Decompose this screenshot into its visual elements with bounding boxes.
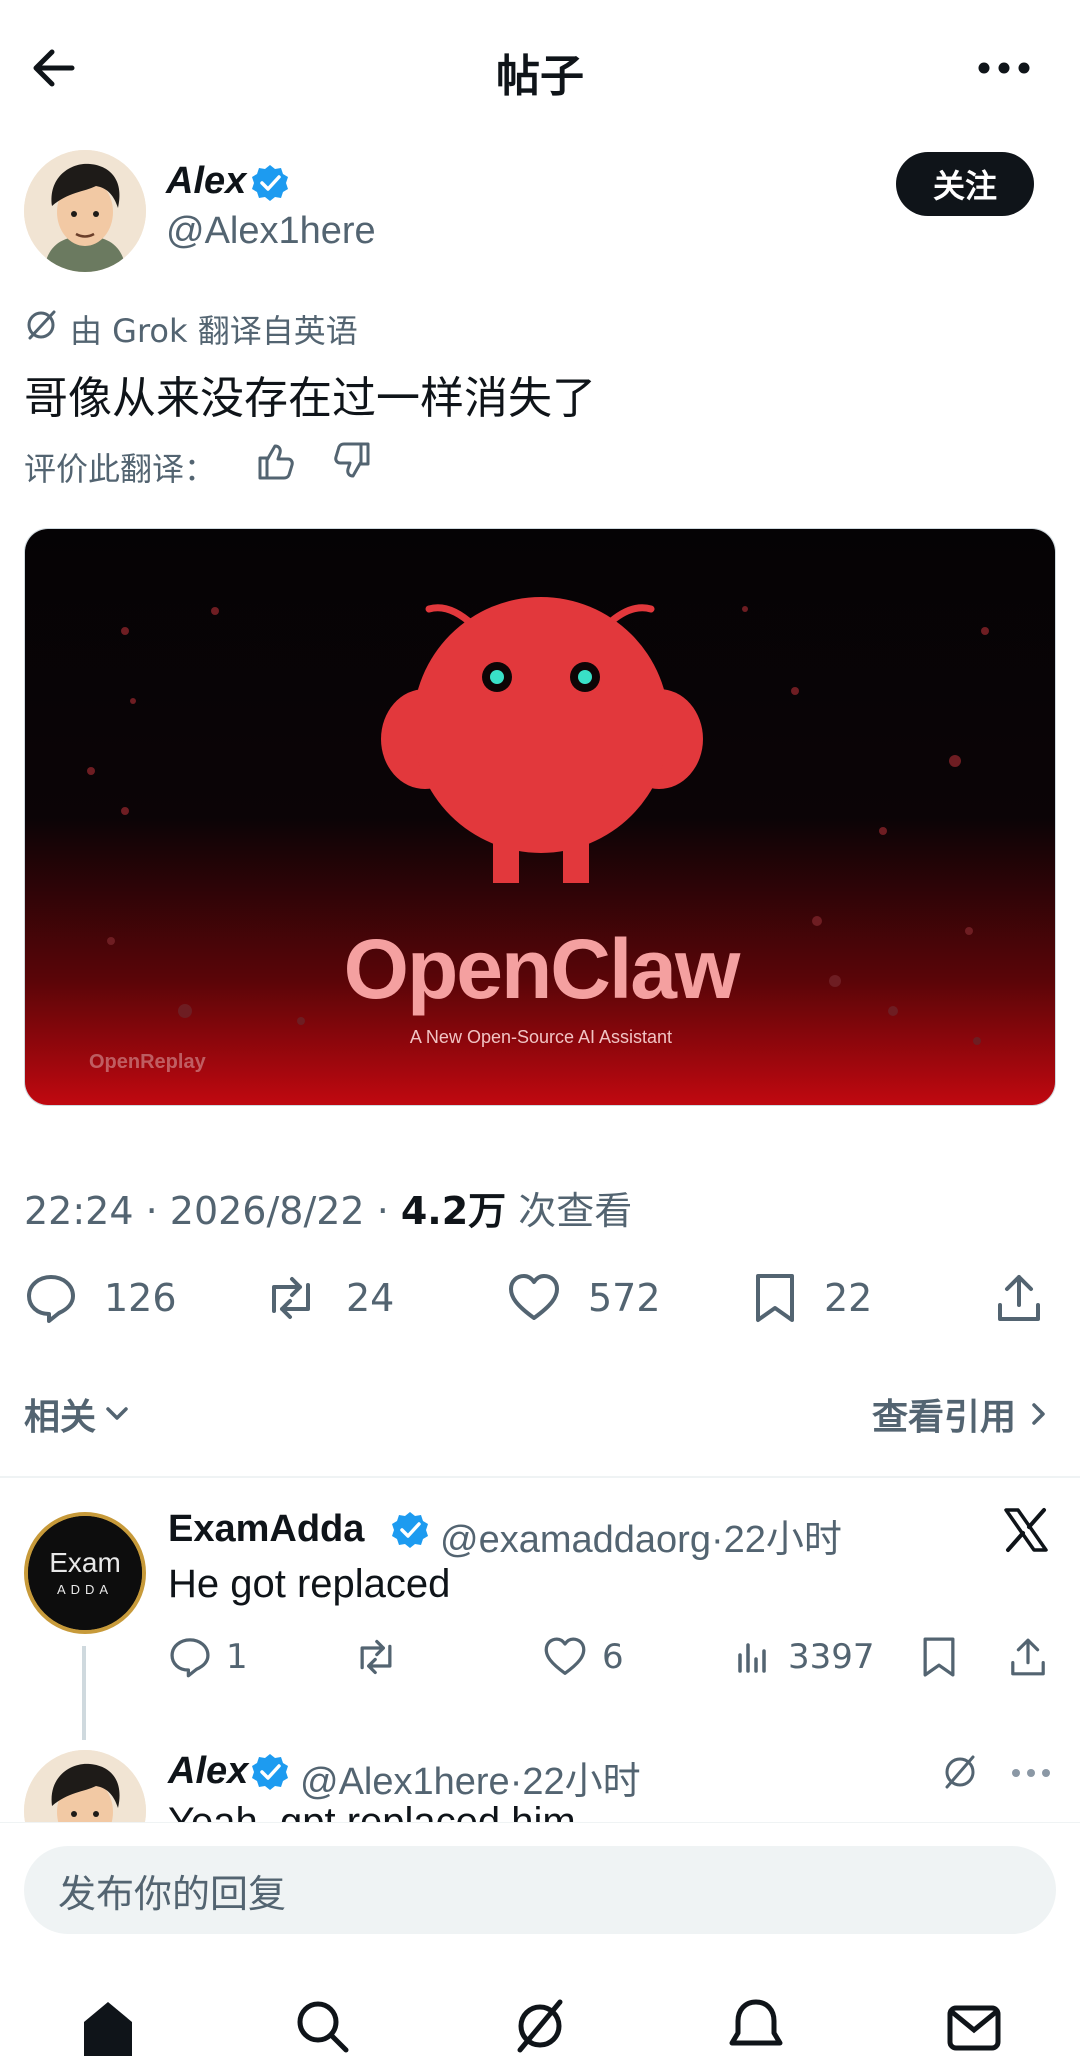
views-icon	[738, 1643, 766, 1673]
grok-icon[interactable]	[510, 1996, 570, 2056]
translation-label: 由 Grok 翻译自英语	[70, 312, 358, 350]
bookmark-icon	[923, 1637, 955, 1677]
media-watermark: OpenReplay	[89, 1051, 206, 1073]
reply-like-count: 6	[602, 1637, 624, 1677]
reply-share-action[interactable]	[1008, 1632, 1062, 1682]
post-text: 哥像从来没存在过一样消失了	[24, 373, 596, 424]
repost-action[interactable]: 24	[262, 1270, 394, 1326]
reply-author-name[interactable]: Alex	[168, 1750, 248, 1793]
post-media-image[interactable]: OpenClaw A New Open-Source AI Assistant …	[24, 528, 1056, 1106]
related-dropdown[interactable]: 相关	[24, 1388, 134, 1440]
post-time: 22:24	[24, 1189, 134, 1233]
like-icon	[544, 1637, 586, 1675]
examadda-logo: Exam ADDA	[28, 1516, 142, 1630]
reply-handle: @examaddaorg	[440, 1519, 711, 1561]
bookmark-action[interactable]: 22	[752, 1270, 872, 1326]
reply-repost-action[interactable]	[352, 1632, 414, 1682]
views-label: 次查看	[518, 1189, 633, 1233]
reply-handle-time[interactable]: @examaddaorg·22小时	[440, 1508, 842, 1563]
home-icon[interactable]	[78, 1996, 138, 2056]
reply-time: 22小时	[522, 1761, 641, 1803]
openclaw-illustration	[25, 529, 1055, 1105]
reply-icon	[27, 1275, 75, 1323]
verified-icon	[252, 165, 288, 201]
reply-time: 22小时	[723, 1519, 842, 1561]
reply-views[interactable]: 3397	[734, 1632, 875, 1682]
related-label: 相关	[24, 1397, 97, 1438]
chevron-right-icon	[1032, 1403, 1045, 1425]
repost-icon	[272, 1277, 310, 1319]
x-logo-icon	[1004, 1508, 1048, 1552]
rate-translation-label: 评价此翻译：	[24, 450, 217, 488]
more-button[interactable]	[976, 50, 1032, 86]
svg-text:Exam: Exam	[49, 1547, 121, 1578]
reply-action[interactable]: 126	[24, 1270, 177, 1326]
divider	[0, 1476, 1080, 1478]
reply-handle-time[interactable]: @Alex1here·22小时	[300, 1750, 641, 1805]
notifications-icon[interactable]	[726, 1996, 786, 2056]
reply-author-name[interactable]: ExamAdda	[168, 1508, 364, 1551]
page-title: 帖子	[496, 51, 584, 102]
messages-icon[interactable]	[944, 1996, 1004, 2056]
view-quotes-link[interactable]: 查看引用	[872, 1388, 1056, 1440]
share-icon	[1011, 1638, 1045, 1676]
author-handle[interactable]: @Alex1here	[166, 210, 376, 253]
reply-input[interactable]: 发布你的回复	[24, 1846, 1056, 1934]
reply-avatar[interactable]: Exam ADDA	[24, 1512, 146, 1634]
media-title: OpenClaw	[343, 922, 741, 1016]
media-subtitle: A New Open-Source AI Assistant	[409, 1027, 673, 1047]
like-icon	[509, 1274, 559, 1320]
bookmark-icon	[756, 1274, 794, 1322]
reply-bookmark-action[interactable]	[920, 1632, 972, 1682]
svg-text:ADDA: ADDA	[57, 1582, 113, 1597]
author-name[interactable]: Alex	[166, 160, 246, 203]
grok-icon[interactable]	[940, 1752, 980, 1792]
reply-reply-action[interactable]: 1	[168, 1632, 248, 1682]
thread-line	[82, 1646, 86, 1740]
thumbs-down-icon[interactable]	[332, 440, 374, 482]
chevron-down-icon	[106, 1407, 128, 1420]
thumbs-up-icon[interactable]	[254, 440, 296, 482]
reply-count: 126	[104, 1276, 177, 1320]
verified-icon	[252, 1754, 288, 1790]
like-action[interactable]: 572	[506, 1270, 661, 1326]
reply-views-count: 3397	[788, 1637, 875, 1677]
reply-like-action[interactable]: 6	[542, 1632, 624, 1682]
verified-icon	[392, 1512, 428, 1548]
reply-reply-count: 1	[226, 1637, 248, 1677]
repost-count: 24	[346, 1276, 395, 1320]
bookmark-count: 22	[824, 1276, 873, 1320]
like-count: 572	[588, 1276, 661, 1320]
reply-handle: @Alex1here	[300, 1761, 510, 1803]
author-avatar[interactable]	[24, 150, 146, 272]
share-action[interactable]	[994, 1270, 1070, 1326]
repost-icon	[360, 1639, 392, 1675]
view-quotes-label: 查看引用	[871, 1397, 1016, 1438]
views-count: 4.2万	[400, 1189, 507, 1233]
reply-text: He got replaced	[168, 1562, 451, 1606]
post-meta: 22:24 · 2026/8/22 · 4.2万 次查看	[24, 1189, 633, 1233]
reply-icon	[170, 1638, 210, 1678]
follow-button[interactable]: 关注	[896, 152, 1034, 216]
avatar-illustration	[24, 150, 146, 272]
search-icon[interactable]	[292, 1996, 352, 2056]
grok-icon	[27, 310, 56, 340]
more-icon[interactable]	[1010, 1758, 1052, 1788]
more-icon	[978, 62, 1030, 74]
post-date: 2026/8/22	[169, 1189, 365, 1233]
share-icon	[998, 1275, 1040, 1321]
